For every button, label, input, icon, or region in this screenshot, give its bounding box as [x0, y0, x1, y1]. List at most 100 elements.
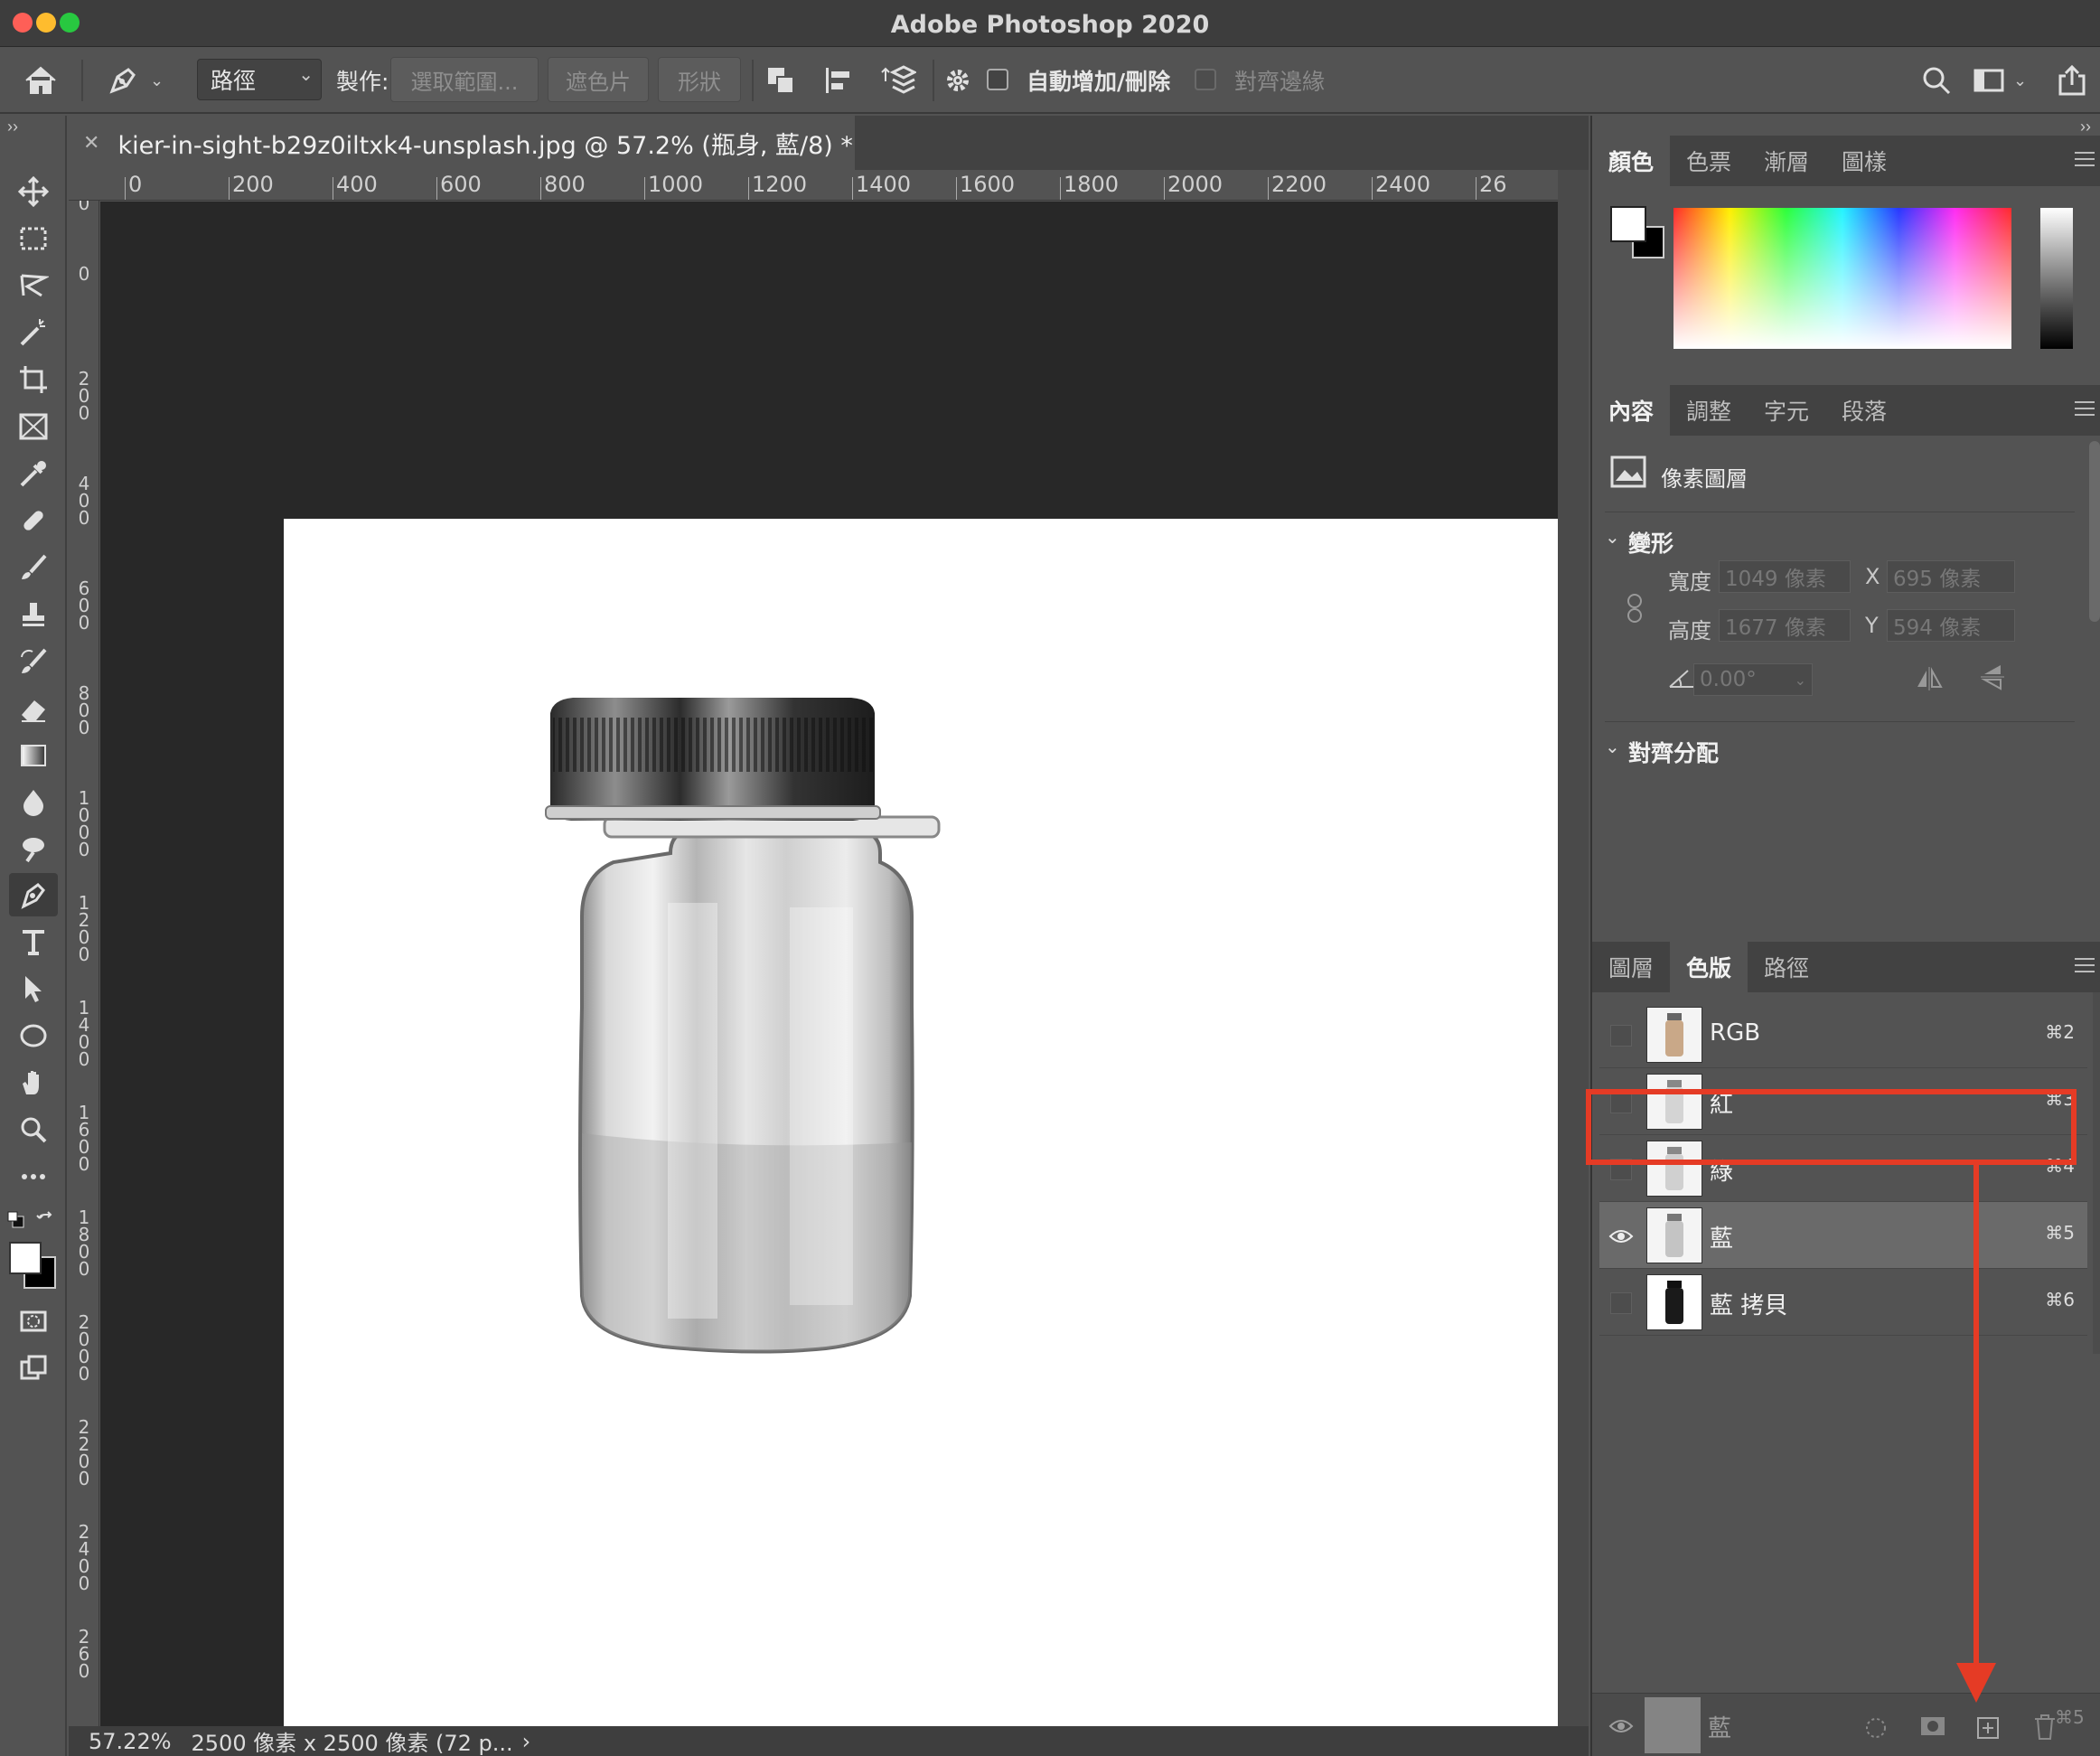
flip-vertical-icon[interactable] — [1981, 662, 2004, 692]
frame-tool[interactable] — [9, 405, 58, 448]
tab-strip — [855, 116, 1589, 170]
color-swatches[interactable] — [7, 1240, 60, 1292]
canvas-area[interactable] — [100, 202, 1577, 1756]
visibility-toggle[interactable] — [1610, 1025, 1632, 1047]
x-field[interactable]: 695 像素 — [1887, 560, 2015, 593]
zoom-tool[interactable] — [9, 1108, 58, 1151]
tab-character[interactable]: 字元 — [1748, 385, 1825, 436]
default-colors-button[interactable] — [7, 1211, 58, 1233]
chevron-down-icon[interactable]: ⌄ — [1605, 736, 1620, 758]
tool-preset-picker[interactable]: ⌄ — [107, 47, 164, 114]
history-brush-tool[interactable] — [9, 640, 58, 683]
tab-layers[interactable]: 圖層 — [1592, 942, 1670, 992]
path-arrangement-button[interactable] — [880, 47, 916, 114]
delete-channel-icon[interactable] — [2033, 1714, 2057, 1741]
expand-toolbar-icon[interactable]: ›› — [7, 117, 18, 136]
screen-mode-button[interactable] — [9, 1347, 58, 1390]
path-selection-tool[interactable] — [9, 967, 58, 1010]
path-operations-button[interactable] — [764, 47, 797, 114]
mode-dropdown[interactable]: 路徑 ⌄ — [197, 59, 322, 100]
link-icon[interactable] — [1625, 593, 1645, 624]
chevron-down-icon[interactable]: ⌄ — [1795, 671, 1806, 689]
eyedropper-tool[interactable] — [9, 452, 58, 495]
brightness-slider[interactable] — [2040, 208, 2073, 349]
tab-color[interactable]: 顏色 — [1592, 136, 1670, 186]
home-button[interactable] — [23, 47, 58, 114]
foreground-color-chip[interactable] — [1610, 206, 1646, 242]
path-alignment-button[interactable] — [822, 47, 855, 114]
panel-menu-icon[interactable] — [2075, 401, 2095, 418]
y-label: Y — [1865, 613, 1879, 638]
channel-row-blue-copy[interactable]: 藍 拷貝 ⌘6 — [1599, 1269, 2087, 1336]
foreground-color-swatch[interactable] — [9, 1242, 42, 1274]
tab-channels[interactable]: 色版 — [1670, 942, 1748, 992]
load-channel-as-selection-icon[interactable] — [1863, 1715, 1889, 1741]
make-selection-button[interactable]: 選取範圍... — [390, 57, 539, 102]
eye-icon[interactable] — [1608, 1227, 1634, 1245]
workspace-button[interactable]: ⌄ — [1973, 47, 2027, 114]
angle-field[interactable]: 0.00° ⌄ — [1693, 663, 1813, 696]
quick-mask-button[interactable] — [9, 1300, 58, 1343]
path-options-button[interactable] — [943, 47, 972, 114]
magic-wand-tool[interactable] — [9, 311, 58, 354]
make-shape-button[interactable]: 形狀 — [658, 57, 741, 102]
zoom-level[interactable]: 57.22% — [89, 1729, 172, 1754]
properties-scrollbar[interactable] — [2089, 441, 2100, 622]
crop-tool[interactable] — [9, 358, 58, 401]
vertical-scrollbar[interactable] — [1558, 170, 1589, 1726]
height-field[interactable]: 1677 像素 — [1719, 609, 1851, 642]
align-distribute-heading[interactable]: 對齊分配 — [1628, 736, 1719, 768]
flip-horizontal-icon[interactable] — [1914, 667, 1945, 690]
close-tab-icon[interactable]: ✕ — [83, 132, 99, 155]
search-button[interactable] — [1921, 47, 1952, 114]
tab-gradients[interactable]: 漸層 — [1748, 136, 1825, 186]
transform-heading[interactable]: 變形 — [1628, 526, 1673, 559]
ellipse-tool[interactable] — [9, 1014, 58, 1057]
channels-scrollbar[interactable] — [2093, 992, 2100, 1354]
ruler-tick-label: 2400 — [78, 1521, 90, 1594]
channel-row-rgb[interactable]: RGB ⌘2 — [1599, 1001, 2087, 1068]
panel-menu-icon[interactable] — [2075, 152, 2095, 168]
dodge-tool[interactable] — [9, 828, 58, 871]
pen-tool[interactable] — [9, 873, 58, 916]
share-button[interactable] — [2057, 47, 2087, 114]
eraser-tool[interactable] — [9, 687, 58, 730]
document-tab[interactable]: ✕ kier-in-sight-b29z0iltxk4-unsplash.jpg… — [69, 116, 855, 170]
auto-add-delete-checkbox[interactable] — [987, 69, 1008, 90]
hand-tool[interactable] — [9, 1061, 58, 1104]
width-field[interactable]: 1049 像素 — [1719, 560, 1851, 593]
document-canvas[interactable] — [284, 519, 1577, 1756]
lasso-tool[interactable] — [9, 264, 58, 307]
tab-paragraph[interactable]: 段落 — [1825, 385, 1903, 436]
collapse-panels-icon[interactable]: ›› — [2080, 117, 2091, 136]
tab-paths[interactable]: 路徑 — [1748, 942, 1825, 992]
edit-toolbar-button[interactable] — [9, 1155, 58, 1198]
visibility-toggle[interactable] — [1610, 1292, 1632, 1314]
tab-patterns[interactable]: 圖樣 — [1825, 136, 1903, 186]
ruler-tick-label: 1000 — [78, 787, 90, 860]
brush-tool[interactable] — [9, 546, 58, 589]
make-mask-button[interactable]: 遮色片 — [548, 57, 649, 102]
healing-brush-tool[interactable] — [9, 499, 58, 542]
tab-adjustments[interactable]: 調整 — [1670, 385, 1748, 436]
marquee-tool[interactable] — [9, 217, 58, 260]
chevron-down-icon[interactable]: ⌄ — [1605, 526, 1620, 549]
tab-swatches[interactable]: 色票 — [1670, 136, 1748, 186]
y-field[interactable]: 594 像素 — [1887, 609, 2015, 642]
swap-colors-icon[interactable] — [36, 1211, 56, 1231]
channel-row-blue[interactable]: 藍 ⌘5 — [1599, 1202, 2087, 1269]
tab-properties[interactable]: 內容 — [1592, 385, 1670, 436]
color-spectrum[interactable] — [1673, 208, 2011, 349]
chevron-right-icon[interactable]: › — [522, 1729, 531, 1754]
move-tool[interactable] — [9, 170, 58, 213]
clone-stamp-tool[interactable] — [9, 593, 58, 636]
type-tool[interactable] — [9, 920, 58, 963]
new-channel-icon[interactable] — [1975, 1715, 2001, 1741]
bandage-icon — [23, 511, 43, 531]
panel-menu-icon[interactable] — [2075, 958, 2095, 974]
blur-tool[interactable] — [9, 781, 58, 824]
align-edges-checkbox[interactable] — [1195, 69, 1216, 90]
ruler-tick-label: 600 — [440, 172, 482, 197]
save-selection-as-channel-icon[interactable] — [1919, 1715, 1946, 1739]
gradient-tool[interactable] — [9, 734, 58, 777]
